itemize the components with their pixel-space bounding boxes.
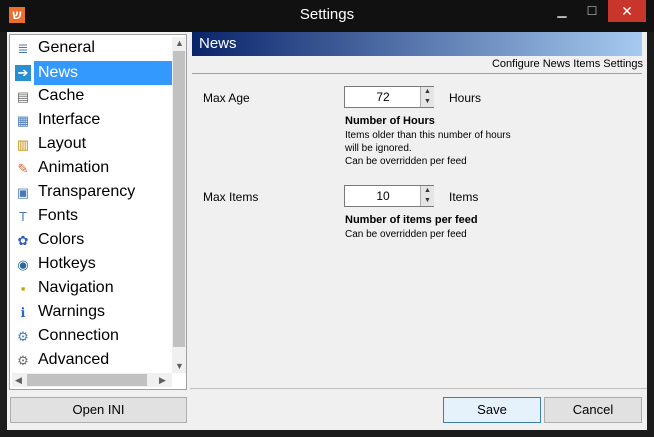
vertical-scrollbar[interactable]: ▲ ▼ bbox=[172, 37, 186, 373]
max-age-label: Max Age bbox=[203, 91, 250, 105]
colors-icon: ✿ bbox=[17, 233, 29, 248]
nav-item-hotkeys[interactable]: ◉ Hotkeys bbox=[12, 253, 172, 277]
minimize-button[interactable]: ▁ bbox=[548, 0, 576, 22]
max-age-desc-line: Items older than this number of hours bbox=[345, 130, 511, 141]
settings-window: ש Settings ▁ ☐ ✕ ≣ General ➔ News ▤ Cache ▦ Int… bbox=[0, 0, 654, 437]
nav-item-label: Connection bbox=[38, 327, 119, 344]
horizontal-scrollbar[interactable]: ◀ ▶ bbox=[12, 373, 172, 387]
nav-item-label: Colors bbox=[38, 231, 85, 248]
advanced-icon: ⚙ bbox=[17, 353, 29, 368]
horizontal-scroll-thumb[interactable] bbox=[27, 374, 147, 386]
animation-icon: ✎ bbox=[17, 161, 29, 176]
nav-item-label: Fonts bbox=[38, 207, 79, 224]
max-items-desc-title: Number of items per feed bbox=[345, 214, 478, 226]
close-button[interactable]: ✕ bbox=[608, 0, 646, 22]
max-age-desc-line: Can be overridden per feed bbox=[345, 156, 467, 167]
max-items-down-icon[interactable]: ▼ bbox=[420, 196, 434, 206]
nav-item-layout[interactable]: ▥ Layout bbox=[12, 133, 172, 157]
layout-icon: ▥ bbox=[16, 137, 30, 152]
nav-item-label: Layout bbox=[38, 135, 87, 152]
nav-item-label: Advanced bbox=[38, 351, 110, 368]
interface-icon: ▦ bbox=[16, 113, 30, 128]
nav-item-general[interactable]: ≣ General bbox=[12, 37, 172, 61]
connection-icon: ⚙ bbox=[17, 329, 29, 344]
navigation-icon: ▪ bbox=[20, 281, 26, 296]
nav-item-label: Warnings bbox=[38, 303, 105, 320]
max-items-label: Max Items bbox=[203, 190, 259, 204]
settings-panel: News Configure News Items Settings Max A… bbox=[190, 32, 647, 388]
nav-item-label: News bbox=[34, 61, 174, 85]
nav-item-advanced[interactable]: ⚙ Advanced bbox=[12, 349, 172, 373]
nav-item-connection[interactable]: ⚙ Connection bbox=[12, 325, 172, 349]
nav-item-colors[interactable]: ✿ Colors bbox=[12, 229, 172, 253]
nav-item-fonts[interactable]: T Fonts bbox=[12, 205, 172, 229]
nav-item-label: Animation bbox=[38, 159, 110, 176]
nav-item-label: General bbox=[38, 39, 95, 56]
panel-subtitle: Configure News Items Settings bbox=[491, 58, 643, 70]
nav-item-transparency[interactable]: ▣ Transparency bbox=[12, 181, 172, 205]
fonts-icon: T bbox=[19, 209, 27, 224]
nav-item-interface[interactable]: ▦ Interface bbox=[12, 109, 172, 133]
nav-item-label: Interface bbox=[38, 111, 101, 128]
nav-item-cache[interactable]: ▤ Cache bbox=[12, 85, 172, 109]
nav-item-label: Transparency bbox=[38, 183, 136, 200]
cache-icon: ▤ bbox=[16, 89, 30, 104]
max-items-spinner[interactable]: 10 ▲ ▼ bbox=[344, 185, 434, 207]
warnings-icon: ℹ bbox=[20, 305, 26, 320]
max-items-value[interactable]: 10 bbox=[345, 189, 421, 203]
general-icon: ≣ bbox=[17, 41, 29, 56]
max-age-down-icon[interactable]: ▼ bbox=[420, 97, 434, 107]
max-age-up-icon[interactable]: ▲ bbox=[420, 87, 434, 97]
nav-item-animation[interactable]: ✎ Animation bbox=[12, 157, 172, 181]
max-age-value[interactable]: 72 bbox=[345, 90, 421, 104]
vertical-scroll-thumb[interactable] bbox=[173, 51, 185, 347]
title-bar[interactable]: ש Settings ▁ ☐ ✕ bbox=[0, 0, 654, 32]
max-age-spinner[interactable]: 72 ▲ ▼ bbox=[344, 86, 434, 108]
max-items-desc-line: Can be overridden per feed bbox=[345, 229, 467, 240]
transparency-icon: ▣ bbox=[16, 185, 30, 200]
nav-item-warnings[interactable]: ℹ Warnings bbox=[12, 301, 172, 325]
cancel-button[interactable]: Cancel bbox=[544, 397, 642, 423]
max-age-description: Items older than this number of hours wi… bbox=[345, 129, 545, 168]
panel-header: News bbox=[192, 32, 642, 56]
maximize-button[interactable]: ☐ bbox=[578, 0, 606, 22]
scroll-down-icon[interactable]: ▼ bbox=[175, 361, 184, 371]
max-items-up-icon[interactable]: ▲ bbox=[420, 186, 434, 196]
panel-title: News bbox=[199, 35, 237, 52]
nav-item-label: Cache bbox=[38, 87, 85, 104]
header-divider bbox=[192, 73, 642, 74]
nav-item-label: Hotkeys bbox=[38, 255, 96, 272]
max-age-unit: Hours bbox=[449, 91, 482, 105]
scroll-left-icon[interactable]: ◀ bbox=[15, 375, 22, 386]
scroll-right-icon[interactable]: ▶ bbox=[159, 375, 166, 386]
nav-item-news[interactable]: ➔ News bbox=[12, 61, 174, 85]
hotkeys-icon: ◉ bbox=[17, 257, 29, 272]
news-icon: ➔ bbox=[15, 65, 31, 81]
nav-item-navigation[interactable]: ▪ Navigation bbox=[12, 277, 172, 301]
save-button[interactable]: Save bbox=[443, 397, 541, 423]
client-area: ≣ General ➔ News ▤ Cache ▦ Interface ▥ Layout ✎ Ani… bbox=[7, 32, 647, 430]
max-items-unit: Items bbox=[449, 190, 479, 204]
max-age-desc-title: Number of Hours bbox=[345, 115, 435, 127]
settings-category-list[interactable]: ≣ General ➔ News ▤ Cache ▦ Interface ▥ Layout ✎ Ani… bbox=[9, 34, 187, 390]
footer-divider bbox=[190, 388, 647, 389]
scroll-up-icon[interactable]: ▲ bbox=[175, 38, 184, 48]
open-ini-button[interactable]: Open INI bbox=[10, 397, 187, 423]
max-age-desc-line: will be ignored. bbox=[345, 143, 412, 154]
max-items-description: Can be overridden per feed bbox=[345, 228, 545, 241]
nav-item-label: Navigation bbox=[38, 279, 114, 296]
